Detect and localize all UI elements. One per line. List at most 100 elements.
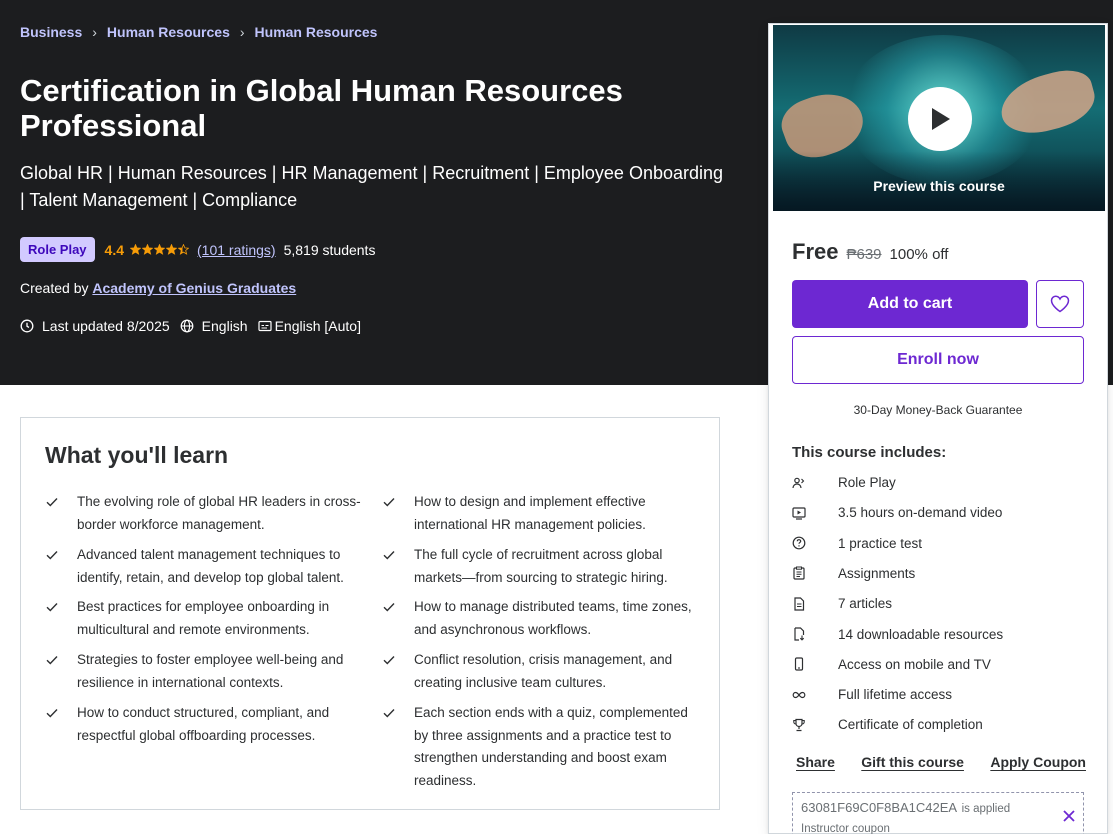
check-icon [45,706,59,720]
breadcrumb-item-human-resources[interactable]: Human Resources [107,24,230,40]
learn-item-text: Best practices for employee onboarding i… [77,599,330,637]
wishlist-button[interactable] [1036,280,1084,328]
learn-item-text: Conflict resolution, crisis management, … [414,652,673,690]
price-row: Free ₱639 100% off [792,239,948,265]
created-by: Created by Academy of Genius Graduates [20,280,296,296]
captions: English [Auto] [257,318,361,334]
learn-item: Conflict resolution, crisis management, … [382,649,702,694]
learn-item: The full cycle of recruitment across glo… [382,544,702,589]
learn-item: How to design and implement effective in… [382,491,702,536]
include-item-label: Role Play [838,475,896,490]
share-link[interactable]: Share [796,754,835,770]
rating-value: 4.4 [104,241,124,258]
include-item: 3.5 hours on-demand video [792,505,1002,520]
coupon-code: 63081F69C0F8BA1C42EA [801,800,958,815]
include-item-label: Certificate of completion [838,717,983,733]
coupon-type: Instructor coupon [801,823,890,834]
gift-course-link[interactable]: Gift this course [861,754,964,770]
breadcrumb-item-business[interactable]: Business [20,24,82,40]
include-item: Certificate of completion [792,717,983,732]
role-play-badge: Role Play [20,237,95,262]
closed-caption-icon [257,320,272,332]
star-icon [130,244,141,255]
learn-item-text: How to manage distributed teams, time zo… [414,599,692,637]
learn-item: How to manage distributed teams, time zo… [382,596,702,641]
card-links: Share Gift this course Apply Coupon [796,754,1086,770]
check-icon [45,600,59,614]
globe-icon [180,319,194,333]
breadcrumb-item-human-resources-sub[interactable]: Human Resources [255,24,378,40]
star-icon [142,244,153,255]
learn-item-text: How to design and implement effective in… [414,494,646,532]
add-to-cart-button[interactable]: Add to cart [792,280,1028,328]
rating-stars [130,244,189,255]
learn-item: Best practices for employee onboarding i… [45,596,365,641]
last-updated: Last updated 8/2025 [20,318,170,334]
check-icon [382,706,396,720]
course-subtitle: Global HR | Human Resources | HR Managem… [20,163,724,210]
star-icon [178,244,189,255]
instructor-link[interactable]: Academy of Genius Graduates [92,280,296,296]
course-title: Certification in Global Human Resources … [20,73,623,143]
apply-coupon-link[interactable]: Apply Coupon [990,754,1086,770]
star-icon [154,244,165,255]
learn-item-text: Each section ends with a quiz, complemen… [414,705,688,788]
learn-item: The evolving role of global HR leaders i… [45,491,365,536]
remove-coupon-button[interactable] [1063,809,1075,827]
language: English [180,318,248,334]
include-item: 14 downloadable resources [792,627,1003,642]
download-icon [792,627,822,641]
check-icon [382,495,396,509]
preview-label: Preview this course [873,178,1005,194]
current-price: Free [792,239,839,264]
purchase-card: Preview this course Free ₱639 100% off A… [768,23,1108,834]
include-item-label: 14 downloadable resources [838,626,1004,642]
mobile-icon [792,657,822,671]
breadcrumb: Business › Human Resources › Human Resou… [20,24,377,40]
what-youll-learn: What you'll learn The evolving role of g… [20,417,720,810]
check-icon [45,548,59,562]
learn-title: What you'll learn [45,442,229,468]
applied-coupon: 63081F69C0F8BA1C42EA is applied Instruct… [792,792,1084,834]
include-item-label: Access on mobile and TV [838,656,991,672]
check-icon [382,653,396,667]
include-item: Assignments [792,566,915,581]
include-item-label: 3.5 hours on-demand video [838,505,1003,521]
assignment-icon [792,566,822,580]
course-preview[interactable]: Preview this course [773,25,1105,211]
learn-item: Each section ends with a quiz, complemen… [382,702,702,792]
learn-item-text: Strategies to foster employee well-being… [77,652,344,690]
chevron-right-icon: › [92,24,97,40]
include-item: Access on mobile and TV [792,657,991,672]
article-icon [792,597,822,611]
play-button[interactable] [908,87,972,151]
close-icon [1063,810,1075,822]
learn-item-text: The evolving role of global HR leaders i… [77,494,361,532]
check-icon [382,600,396,614]
coupon-applied-text: is applied [961,803,1011,815]
learn-item: Advanced talent management techniques to… [45,544,365,589]
alert-clock-icon [20,319,34,333]
original-price: ₱639 [846,246,882,263]
include-item-label: 1 practice test [838,535,923,551]
include-item-label: 7 articles [838,596,893,612]
include-item: Full lifetime access [792,687,952,702]
star-icon [166,244,177,255]
discount-percent: 100% off [889,246,949,263]
money-back-guarantee: 30-Day Money-Back Guarantee [853,403,1023,417]
check-icon [382,548,396,562]
rating-row: Role Play 4.4 (101 ratings) 5,819 studen… [20,237,375,262]
enroll-now-button[interactable]: Enroll now [792,336,1084,384]
ratings-count-link[interactable]: (101 ratings) [197,242,276,258]
check-icon [45,653,59,667]
learn-item-text: The full cycle of recruitment across glo… [414,547,668,585]
question-icon [792,536,822,550]
role-play-icon [792,476,822,490]
infinity-icon [792,688,822,702]
learn-item-text: How to conduct structured, compliant, an… [77,705,330,743]
include-item: 1 practice test [792,536,922,551]
include-item: Role Play [792,475,896,490]
include-item-label: Assignments [838,565,916,581]
include-item-label: Full lifetime access [838,687,953,703]
course-meta: Last updated 8/2025 English English [Aut… [20,318,371,334]
